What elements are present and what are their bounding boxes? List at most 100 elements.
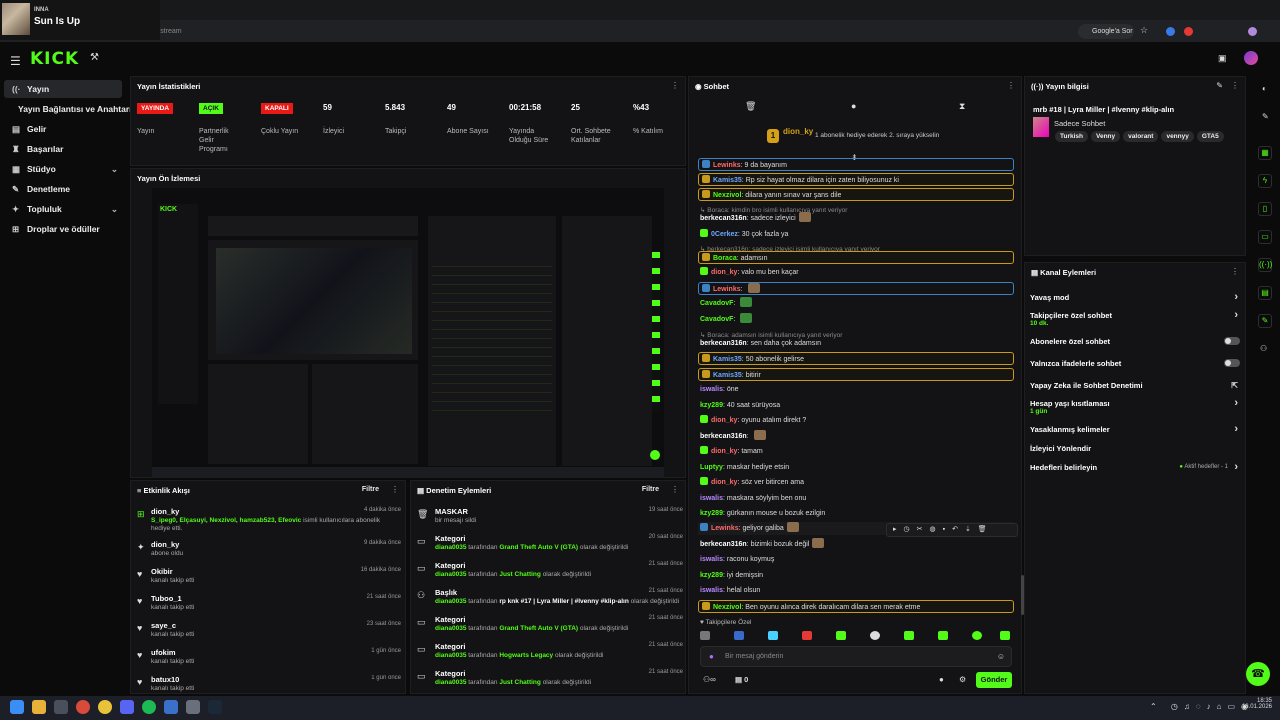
chat-username[interactable]: CavadovF: [700, 316, 733, 323]
chat-message[interactable]: berkecan316n: bizimki bozuk değil: [698, 538, 1014, 551]
chat-username[interactable]: iswalis: [700, 386, 723, 393]
emote-icon[interactable]: [870, 631, 880, 640]
emote-icon[interactable]: [904, 631, 914, 640]
file-explorer-icon[interactable]: [32, 700, 46, 714]
chat-message[interactable]: dion_ky: söz ver bitircen ama: [698, 476, 1014, 489]
emote-icon[interactable]: [734, 631, 744, 640]
emote-bar[interactable]: [700, 631, 1016, 643]
chat-username[interactable]: Nexzivol: [713, 192, 741, 199]
chat-username[interactable]: Lewinks: [713, 162, 741, 169]
steam-icon[interactable]: [208, 700, 222, 714]
emote-icon[interactable]: [938, 631, 948, 640]
edit-icon[interactable]: ✎: [1216, 81, 1223, 90]
chat-username[interactable]: dion_ky: [711, 448, 737, 455]
chat-message[interactable]: kzy289: gürkanın mouse u bozuk ezilgin: [698, 507, 1014, 520]
filter-button[interactable]: Filtre: [362, 486, 379, 493]
chat-message[interactable]: dion_ky: tamam: [698, 445, 1014, 458]
chat-username[interactable]: iswalis: [700, 587, 723, 594]
action-goals[interactable]: Hedefleri belirleyin ● Aktif hedefler - 1…: [1030, 461, 1240, 477]
chat-username[interactable]: kzy289: [700, 510, 723, 517]
settings-icon[interactable]: ⚙: [959, 675, 966, 684]
rail-button-broadcast[interactable]: ((·)): [1258, 258, 1272, 272]
sidebar-item-gelir[interactable]: ▤ Gelir: [4, 120, 122, 138]
chat-username[interactable]: kzy289: [700, 572, 723, 579]
google-ask-button[interactable]: Google'a Sor: [1078, 24, 1134, 39]
kick-logo[interactable]: KICK: [30, 49, 79, 69]
chat-username[interactable]: Lewinks: [713, 286, 741, 293]
chat-bubble-icon[interactable]: ●: [851, 101, 856, 111]
emote-icon[interactable]: [768, 631, 778, 640]
chat-message[interactable]: iswalis: helal olsun: [698, 584, 1014, 597]
chat-message[interactable]: Boraca: adamsın: [698, 251, 1014, 264]
emote-icon[interactable]: [802, 631, 812, 640]
chat-message[interactable]: Kamis35: Rp siz hayat olmaz dilara için …: [698, 173, 1014, 186]
more-icon[interactable]: ⋮: [391, 485, 399, 494]
sidebar-item-denetleme[interactable]: ✎ Denetleme: [4, 180, 122, 198]
chat-message[interactable]: dion_ky: valo mu ben kaçar: [698, 266, 1014, 279]
message-actions-toolbar[interactable]: ▸◷✂◍▪↶⇣🗑: [886, 523, 1018, 537]
action-raid[interactable]: İzleyici Yönlendir: [1030, 444, 1240, 458]
chat-username[interactable]: iswalis: [700, 495, 723, 502]
chat-username[interactable]: CavadovF: [700, 300, 733, 307]
toggle-switch[interactable]: [1224, 337, 1240, 345]
sidebar-item-studyo[interactable]: ▦ Stüdyo ⌄: [4, 160, 122, 178]
sidebar-item-basarilar[interactable]: ♜ Başarılar: [4, 140, 122, 158]
extension-icon[interactable]: [1184, 27, 1193, 36]
chat-message[interactable]: Nexzivol: Ben oyunu alınca direk daralıc…: [698, 600, 1014, 613]
address-bar[interactable]: dashboard.kick.com/stream: [80, 25, 1080, 39]
gift-count[interactable]: ▤ 0: [735, 675, 748, 684]
chrome-icon[interactable]: [98, 700, 112, 714]
chat-username[interactable]: Kamis35: [713, 372, 742, 379]
emote-icon[interactable]: [1000, 631, 1010, 640]
rail-button-chat[interactable]: ▭: [1258, 230, 1272, 244]
edit-icon[interactable]: ✎: [1262, 112, 1269, 121]
action-account-age[interactable]: Hesap yaşı kısıtlaması 1 gün ›: [1030, 397, 1240, 419]
chat-message[interactable]: kzy289: 40 saat sürüyosa: [698, 399, 1014, 412]
chat-message[interactable]: Lewinks: 9 da bayanım: [698, 158, 1014, 171]
chat-username[interactable]: Nexzivol: [713, 604, 741, 611]
settings-icon[interactable]: [186, 700, 200, 714]
chat-username[interactable]: kzy289: [700, 402, 723, 409]
action-emote-only[interactable]: Yalnızca ifadelerle sohbet: [1030, 359, 1240, 373]
wallet-icon[interactable]: ▣: [1218, 53, 1227, 64]
spotify-icon[interactable]: [142, 700, 156, 714]
chat-username[interactable]: iswalis: [700, 556, 723, 563]
action-ai-moderation[interactable]: Yapay Zeka ile Sohbet Denetimi ⇱: [1030, 381, 1240, 395]
chat-message[interactable]: Kamis35: 50 abonelik gelirse: [698, 352, 1014, 365]
user-avatar[interactable]: [1244, 51, 1258, 65]
emote-icon[interactable]: [972, 631, 982, 640]
chat-username[interactable]: dion_ky: [711, 417, 737, 424]
chat-username[interactable]: berkecan316n: [700, 340, 747, 347]
chat-message[interactable]: berkecan316n: sadece izleyici: [698, 212, 1014, 225]
rail-button-stats[interactable]: ▦: [1258, 146, 1272, 160]
chat-username[interactable]: berkecan316n: [700, 433, 747, 440]
toggle-switch[interactable]: [1224, 359, 1240, 367]
chat-message[interactable]: CavadovF:: [698, 313, 1014, 326]
more-icon[interactable]: ⋮: [1007, 81, 1015, 90]
system-tray[interactable]: ⌃ ◷♫◌♪⌂▭◉: [1150, 702, 1254, 711]
chat-message[interactable]: Luptyy: maskar hediye etsin: [698, 461, 1014, 474]
chat-message[interactable]: Kamis35: bitirir: [698, 368, 1014, 381]
app-icon[interactable]: [76, 700, 90, 714]
action-subs-only[interactable]: Abonelere özel sohbet: [1030, 337, 1240, 351]
more-icon[interactable]: ⋮: [671, 485, 679, 494]
profile-avatar[interactable]: [1248, 27, 1257, 36]
emoji-icon[interactable]: ☺: [997, 652, 1005, 661]
hammer-icon[interactable]: ⚒: [90, 52, 99, 63]
chat-username[interactable]: Kamis35: [713, 177, 742, 184]
chat-message[interactable]: CavadovF:: [698, 297, 1014, 310]
action-followers-only[interactable]: Takipçilere özel sohbet 10 dk. ›: [1030, 309, 1240, 331]
chat-username[interactable]: berkecan316n: [700, 215, 747, 222]
star-icon[interactable]: ☆: [1140, 25, 1148, 36]
emote-icon[interactable]: [836, 631, 846, 640]
chat-username[interactable]: Boraca: [713, 255, 737, 262]
action-slow-mode[interactable]: Yavaş mod ›: [1030, 291, 1240, 307]
chat-username[interactable]: berkecan316n: [700, 541, 747, 548]
panel-toggle-icon[interactable]: ◐: [1262, 84, 1267, 93]
chat-message[interactable]: berkecan316n:: [698, 430, 1014, 443]
chat-message[interactable]: kzy289: iyi demişsin: [698, 569, 1014, 582]
more-icon[interactable]: ⋮: [1231, 81, 1239, 90]
chat-input[interactable]: ● Bir mesaj gönderin ☺: [700, 646, 1012, 667]
start-icon[interactable]: [10, 700, 24, 714]
chat-users-icon[interactable]: ●: [939, 675, 944, 684]
